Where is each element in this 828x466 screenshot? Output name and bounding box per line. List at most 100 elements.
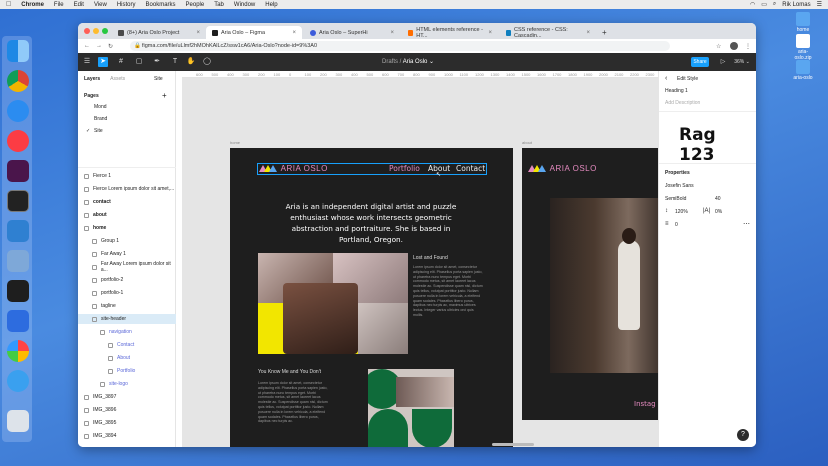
move-tool-icon[interactable]: ➤ [98,57,108,67]
browser-tab-active[interactable]: Aria Oslo – Figma × [206,26,302,39]
portfolio-2-text[interactable]: Lorem ipsum dolor sit amet, consectetur … [258,381,330,424]
layer-item[interactable]: Portfolio [78,366,176,376]
layer-item[interactable]: IMG_3894 [78,431,176,441]
layer-item[interactable]: IMG_3897 [78,392,176,402]
frame-home[interactable]: ARIA OSLO Portfolio About Contact ↖ Aria… [230,148,513,447]
style-name-field[interactable]: Heading 1 [665,88,688,94]
layer-item[interactable]: Group 1 [78,236,176,246]
trash-icon[interactable] [7,410,29,432]
portfolio-1[interactable] [258,253,408,354]
portfolio-1-text[interactable]: Lorem ipsum dolor sit amet, consectetur … [413,265,483,318]
tab-assets[interactable]: Assets [110,76,125,82]
more-options-icon[interactable]: ⋯ [743,220,750,228]
forward-arrow-icon[interactable]: → [96,43,102,49]
zoom-window-button[interactable] [102,28,108,34]
menu-bookmarks[interactable]: Bookmarks [146,2,176,8]
frame-label-about[interactable]: about [522,140,532,145]
url-field[interactable]: 🔒 figma.com/file/uLlmf2hMOhKAlLcZ/ssw1cA… [130,41,670,51]
menu-help[interactable]: Help [265,2,277,8]
shape-tool-icon[interactable]: ▢ [134,57,144,67]
browser-tab[interactable]: HTML elements reference - HT... × [402,26,498,39]
layer-item[interactable]: Far Away Lorem ipsum dolor sit a... [78,261,176,273]
spotlight-icon[interactable]: ⌕ [773,1,776,8]
close-tab-icon[interactable]: × [488,30,492,36]
site-logo[interactable]: ARIA OSLO [259,164,328,173]
figma-canvas[interactable]: home about ARIA OSLO Portfolio About Con… [182,78,658,447]
photos-icon[interactable] [7,340,29,362]
layer-item[interactable]: Fierce Lorem ipsum dolor sit amet,... [78,184,176,194]
paragraph-spacing-input[interactable]: 0 [675,222,678,228]
layer-item[interactable]: IMG_3895 [78,418,176,428]
line-height-input[interactable]: 120% [675,209,688,215]
file-name[interactable]: Aria Oslo ⌄ [403,59,434,65]
frame-about[interactable]: ARIA OSLO Instag [522,148,658,420]
page-item[interactable]: Brand [78,114,176,124]
page-selector[interactable]: Site [154,76,163,82]
layer-item[interactable]: site-header [78,314,176,324]
menu-file[interactable]: File [54,2,64,8]
font-family-select[interactable]: Josefin Sans [665,183,694,189]
menu-app-chrome[interactable]: Chrome [21,2,44,8]
layer-item[interactable]: Contact [78,340,176,350]
pen-tool-icon[interactable]: ✒ [152,57,162,67]
zoom-level[interactable]: 36% ⌄ [732,57,752,67]
stats-icon[interactable] [7,310,29,332]
layer-item[interactable]: Far Away 1 [78,249,176,259]
layer-item[interactable]: Fierce 1 [78,171,176,181]
file-breadcrumb[interactable]: Drafts / Aria Oslo ⌄ [382,58,434,65]
close-window-button[interactable] [84,28,90,34]
frame-label-home[interactable]: home [230,140,240,145]
close-tab-icon[interactable]: × [586,30,590,36]
layer-item[interactable]: navigation [78,327,176,337]
hand-tool-icon[interactable]: ✋ [186,57,196,67]
battery-icon[interactable]: ▭ [761,1,767,8]
letter-spacing-input[interactable]: 0% [715,209,722,215]
frame-tool-icon[interactable]: # [116,57,126,67]
page-item[interactable]: ✓ Site [78,126,176,136]
terminal-icon[interactable] [7,190,29,212]
minimize-window-button[interactable] [93,28,99,34]
back-arrow-icon[interactable]: ← [84,43,90,49]
layer-item[interactable]: IMG_3896 [78,405,176,415]
apple-menu-icon[interactable]:  [6,1,11,8]
layer-item[interactable]: site-logo [78,379,176,389]
desktop-folder-aria-oslo[interactable]: aria-oslo [792,60,814,81]
about-photo-artist[interactable] [550,198,658,373]
close-tab-icon[interactable]: × [390,30,394,36]
nav-link-portfolio[interactable]: Portfolio [389,164,420,173]
menu-view[interactable]: View [94,2,107,8]
chrome-icon[interactable] [7,70,29,92]
canvas-scrollbar[interactable] [492,443,534,446]
comment-tool-icon[interactable]: ◯ [202,57,212,67]
portfolio-1-title[interactable]: Lost and Found [413,255,448,261]
layer-item[interactable]: contact [78,197,176,207]
close-tab-icon[interactable]: × [292,30,296,36]
description-field[interactable]: Add Description [665,100,700,106]
text-tool-icon[interactable]: T [170,57,180,67]
preview-icon[interactable] [7,250,29,272]
layer-item[interactable]: portfolio-2 [78,275,176,285]
layer-item[interactable]: About [78,353,176,363]
desktop-folder-home[interactable]: home [792,12,814,33]
menu-window[interactable]: Window [234,2,255,8]
layer-item[interactable]: tagline [78,301,176,311]
browser-tab[interactable]: (8+) Aria Oslo Project × [112,26,206,39]
tab-layers[interactable]: Layers [84,76,100,82]
browser-tab[interactable]: CSS reference - CSS: Cascadin... × [500,26,596,39]
finder-icon[interactable] [7,40,29,62]
tagline[interactable]: Aria is an independent digital artist an… [278,201,464,245]
new-tab-button[interactable]: + [596,26,608,39]
user-name[interactable]: Rik Lomas [782,2,810,8]
font-size-input[interactable]: 40 [715,196,721,202]
figma-icon[interactable] [7,280,29,302]
portfolio-2[interactable] [368,369,454,447]
tweetbot-icon[interactable] [7,370,29,392]
about-site-logo[interactable]: ARIA OSLO [528,164,597,173]
help-button[interactable]: ? [737,429,749,441]
bookmark-star-icon[interactable]: ☆ [716,43,721,50]
menu-people[interactable]: People [186,2,205,8]
profile-avatar[interactable] [730,42,738,50]
chrome-menu-icon[interactable]: ⋮ [745,43,751,50]
about-instagram-link[interactable]: Instag [634,400,656,408]
page-item[interactable]: Mond [78,102,176,112]
